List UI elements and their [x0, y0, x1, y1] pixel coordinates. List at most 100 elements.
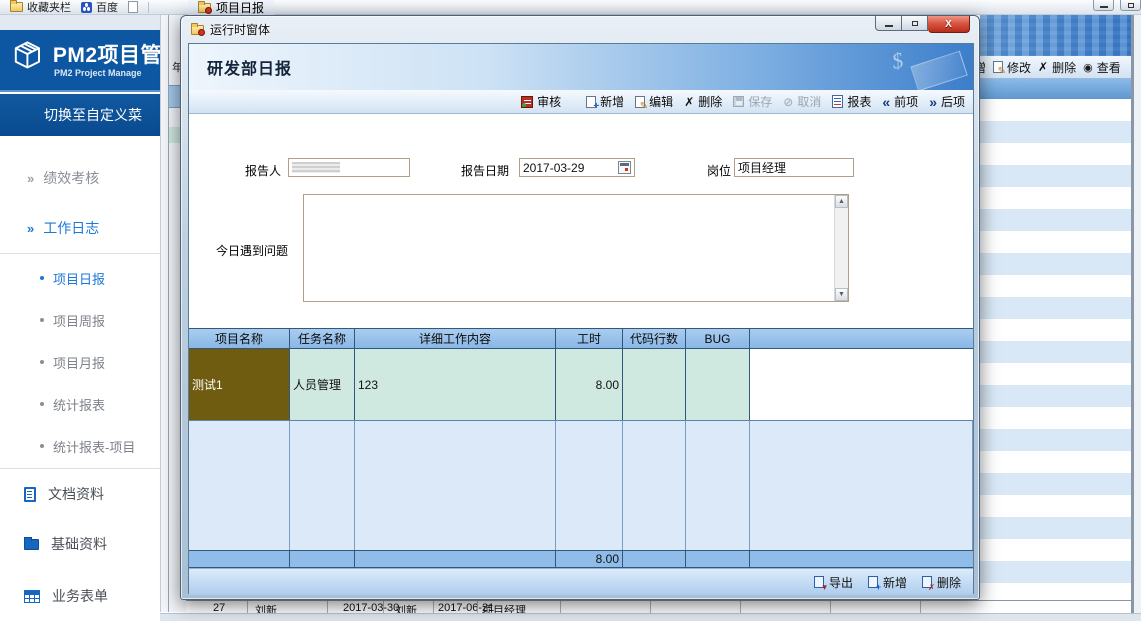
reporter-label: 报告人 — [245, 162, 281, 179]
sidebar-item-project-daily[interactable]: 项目日报 — [0, 268, 162, 288]
close-x-icon: X — [945, 19, 952, 30]
browser-status-strip — [160, 613, 1141, 621]
sidebar-item-performance[interactable]: » 绩效考核 — [0, 168, 162, 188]
column-header-content[interactable]: 详细工作内容 — [355, 329, 556, 348]
empty-column — [686, 421, 750, 550]
grid-sum-row: 8.00 — [189, 550, 973, 568]
page-title: 研发部日报 — [207, 55, 292, 79]
favorites-label: 收藏夹栏 — [27, 0, 71, 15]
sidebar-item-business-forms[interactable]: 业务表单 — [0, 586, 162, 606]
audit-label: 审核 — [537, 93, 561, 110]
favorites-divider — [148, 2, 149, 13]
grid-line — [477, 601, 478, 613]
sidebar-item-label: 统计报表-项目 — [53, 437, 135, 456]
export-button[interactable]: ▾ 导出 — [814, 574, 853, 591]
export-label: 导出 — [829, 574, 853, 591]
next-item-button[interactable]: » 后项 — [929, 93, 965, 110]
sidebar-item-worklog[interactable]: » 工作日志 — [0, 218, 162, 238]
cell-project-selected[interactable]: 测试1 — [189, 349, 290, 420]
minimize-button[interactable] — [875, 16, 902, 31]
maximize-button[interactable] — [902, 16, 928, 31]
grid-line — [433, 601, 434, 613]
scroll-up-icon[interactable]: ▲ — [835, 195, 848, 208]
prev-item-button[interactable]: « 前项 — [882, 93, 918, 110]
footer-delete-button[interactable]: ✗ 删除 — [922, 574, 961, 591]
view-label: 查看 — [1097, 59, 1121, 76]
background-window-caption[interactable]: 项目日报 — [188, 0, 274, 15]
cancel-button-disabled[interactable]: ⊘ 取消 — [783, 93, 821, 110]
footer-add-button[interactable]: + 新增 — [868, 574, 907, 591]
column-header-task[interactable]: 任务名称 — [290, 329, 355, 348]
add-label: 增 — [980, 59, 986, 76]
modify-button[interactable]: ✎ 修改 — [993, 59, 1031, 76]
column-header-project[interactable]: 项目名称 — [189, 329, 290, 348]
cell-hours[interactable]: 8.00 — [556, 349, 623, 420]
add-button[interactable]: + 新增 — [586, 93, 624, 110]
calendar-icon[interactable] — [618, 161, 631, 174]
sidebar-item-label: 工作日志 — [43, 218, 99, 238]
modal-title-bar[interactable]: 运行时窗体 — [181, 16, 979, 43]
pm2-cube-logo-icon — [10, 38, 45, 70]
menu-divider — [0, 468, 162, 469]
bullet-icon — [40, 444, 44, 448]
browser-minimize-button[interactable] — [1093, 0, 1114, 11]
browser-right-edge — [1134, 11, 1141, 621]
delete-x-icon: ✗ — [1038, 61, 1048, 73]
view-button[interactable]: ◉ 查看 — [1083, 59, 1121, 76]
favorites-folder-bookmark[interactable]: 收藏夹栏 — [10, 0, 71, 15]
sum-cell — [290, 551, 355, 567]
baidu-paw-icon — [81, 2, 92, 13]
banner-dollar-decoration: $ — [889, 47, 905, 75]
empty-column — [623, 421, 686, 550]
empty-column — [290, 421, 355, 550]
audit-icon — [521, 96, 533, 108]
add-button-partial[interactable]: 增 — [980, 59, 986, 76]
position-input[interactable]: 项目经理 — [734, 158, 854, 177]
problems-textarea[interactable]: ▲ ▼ — [303, 194, 849, 302]
sidebar-item-project-monthly[interactable]: 项目月报 — [0, 352, 162, 372]
cell-bug[interactable] — [686, 349, 750, 420]
edit-button[interactable]: ✎ 编辑 — [635, 93, 673, 110]
report-date-value: 2017-03-29 — [523, 161, 584, 175]
delete-button[interactable]: ✗ 删除 — [1038, 59, 1076, 76]
scroll-down-icon[interactable]: ▼ — [835, 288, 848, 301]
sidebar-item-basic-data[interactable]: 基础资料 — [0, 534, 162, 554]
delete-label: 删除 — [1052, 59, 1076, 76]
column-header-codelines[interactable]: 代码行数 — [623, 329, 686, 348]
textarea-scrollbar[interactable]: ▲ ▼ — [834, 195, 848, 301]
sidebar-item-project-weekly[interactable]: 项目周报 — [0, 310, 162, 330]
grid-line — [383, 601, 384, 613]
sidebar-item-label: 项目月报 — [53, 353, 105, 372]
browser-maximize-button[interactable] — [1120, 0, 1141, 11]
chevron-right-icon: » — [27, 171, 34, 186]
column-header-bug[interactable]: BUG — [686, 329, 750, 348]
close-button[interactable]: X — [928, 16, 970, 33]
reporter-input[interactable] — [288, 158, 410, 177]
audit-button[interactable]: 审核 — [521, 93, 561, 110]
baidu-bookmark[interactable]: 百度 — [81, 0, 118, 15]
cell-task[interactable]: 人员管理 — [290, 349, 355, 420]
report-date-input[interactable]: 2017-03-29 — [519, 158, 635, 177]
cell-codelines[interactable] — [623, 349, 686, 420]
sidebar-item-stat-report-project[interactable]: 统计报表-项目 — [0, 436, 162, 456]
report-icon — [832, 95, 843, 108]
cell-content[interactable]: 123 — [355, 349, 556, 420]
sidebar-logo-header: PM2项目管 PM2 Project Manage — [0, 30, 162, 92]
grid-data-row[interactable]: 测试1 人员管理 123 8.00 — [189, 349, 973, 421]
delete-button[interactable]: ✗ 删除 — [684, 93, 722, 110]
prev-label: 前项 — [894, 93, 918, 110]
redacted-name — [292, 162, 340, 173]
modify-label: 修改 — [1007, 59, 1031, 76]
sidebar-item-documents[interactable]: 文档资料 — [0, 484, 162, 504]
report-button[interactable]: 报表 — [832, 93, 871, 110]
column-header-hours[interactable]: 工时 — [556, 329, 623, 348]
switch-custom-menu-button[interactable]: 切换至自定义菜 — [0, 94, 162, 136]
page-bookmark[interactable] — [128, 1, 138, 13]
position-value: 项目经理 — [738, 159, 786, 176]
problems-label: 今日遇到问题 — [216, 242, 288, 259]
save-button-disabled[interactable]: 保存 — [733, 93, 772, 110]
row-position-cell: 项目经理 — [482, 602, 526, 613]
sidebar-item-stat-report[interactable]: 统计报表 — [0, 394, 162, 414]
background-grid-bottom-row[interactable]: 27 刘新 2017-03-30 刘新 2017-06-21 项目经理 — [186, 600, 1131, 613]
delete-x-icon: ✗ — [684, 96, 694, 108]
